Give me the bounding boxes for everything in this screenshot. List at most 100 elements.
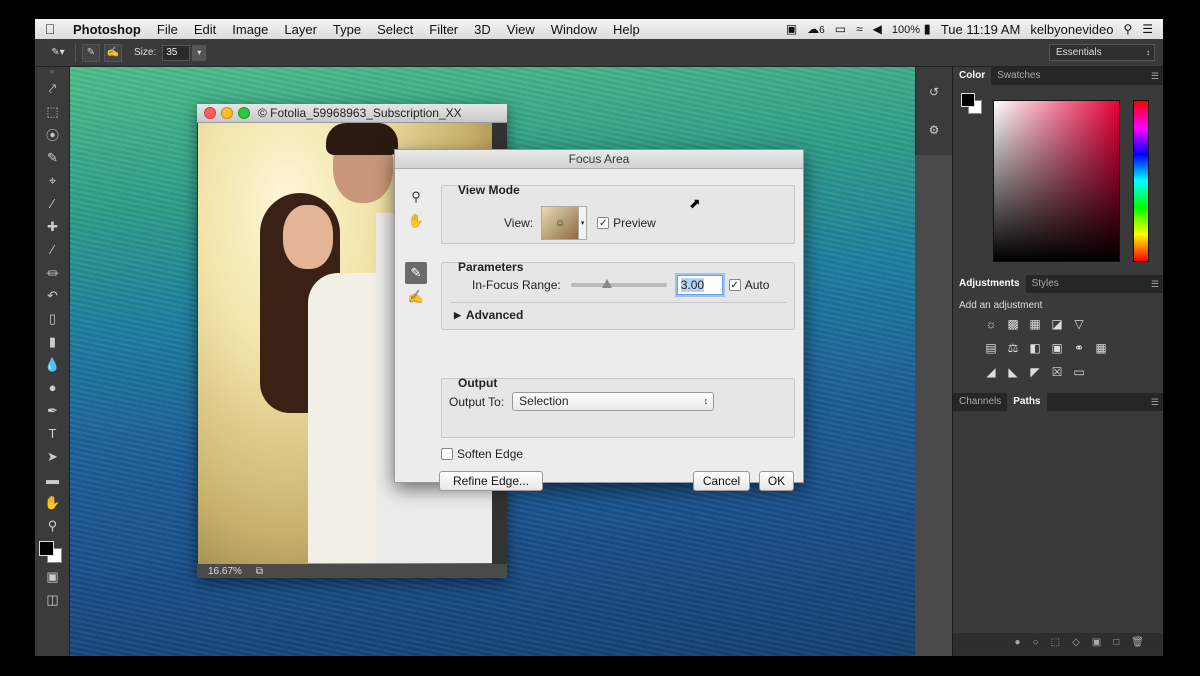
tab-channels[interactable]: Channels xyxy=(953,393,1007,411)
exposure-icon[interactable]: ◪ xyxy=(1049,317,1065,331)
view-mode-dropdown-icon[interactable]: ▾ xyxy=(579,206,588,240)
brush-size-dropdown-icon[interactable]: ▾ xyxy=(192,44,207,61)
panel-menu-icon[interactable]: ☰ xyxy=(1151,279,1163,290)
hue-saturation-icon[interactable]: ▤ xyxy=(983,341,999,355)
zoom-window-icon[interactable] xyxy=(238,107,250,119)
zoom-level[interactable]: 16.67% xyxy=(208,566,242,577)
channel-mixer-icon[interactable]: ⚭ xyxy=(1071,341,1087,355)
color-lookup-icon[interactable]: ▦ xyxy=(1093,341,1109,355)
add-to-selection-icon[interactable]: ✎ xyxy=(82,43,100,62)
menu-layer[interactable]: Layer xyxy=(276,22,325,37)
minimize-window-icon[interactable] xyxy=(221,107,233,119)
ok-button[interactable]: OK xyxy=(759,471,794,491)
invert-icon[interactable]: ◢ xyxy=(983,365,999,379)
collapse-panel-icon[interactable]: » xyxy=(35,67,69,77)
history-panel-icon[interactable]: ↺ xyxy=(919,79,949,105)
panel-menu-icon[interactable]: ☰ xyxy=(1151,397,1163,408)
menu-3d[interactable]: 3D xyxy=(466,22,499,37)
menu-help[interactable]: Help xyxy=(605,22,648,37)
auto-label[interactable]: Auto xyxy=(745,278,770,292)
history-brush-tool-icon[interactable]: ↶ xyxy=(35,284,70,307)
soften-edge-checkbox[interactable] xyxy=(441,448,453,460)
view-mode-thumbnail[interactable]: ☺ xyxy=(541,206,580,240)
in-focus-range-slider-knob[interactable] xyxy=(602,279,613,288)
status-info-icon[interactable]: ⧉ xyxy=(256,566,263,577)
menu-edit[interactable]: Edit xyxy=(186,22,224,37)
tab-adjustments[interactable]: Adjustments xyxy=(953,275,1026,293)
lasso-tool-icon[interactable]: ⦿ xyxy=(35,123,70,146)
black-white-icon[interactable]: ◧ xyxy=(1027,341,1043,355)
battery-status[interactable]: 100% ▮ xyxy=(892,21,931,37)
selective-color-icon[interactable]: ☒ xyxy=(1049,365,1065,379)
workspace-select[interactable]: Essentials ↕ xyxy=(1049,44,1155,61)
eraser-tool-icon[interactable]: ▯ xyxy=(35,307,70,330)
advanced-disclosure[interactable]: ▶ Advanced xyxy=(454,308,523,322)
screen-mode-icon[interactable]: ◫ xyxy=(35,588,70,611)
tab-swatches[interactable]: Swatches xyxy=(991,67,1046,85)
tab-color[interactable]: Color xyxy=(953,67,992,85)
menu-filter[interactable]: Filter xyxy=(421,22,466,37)
in-focus-range-input[interactable]: 3.00 xyxy=(676,275,723,295)
posterize-icon[interactable]: ◣ xyxy=(1005,365,1021,379)
foreground-color-swatch[interactable] xyxy=(961,93,975,107)
advanced-label[interactable]: Advanced xyxy=(466,308,523,322)
add-mask-icon[interactable]: ▣ xyxy=(1092,637,1101,648)
preview-label[interactable]: Preview xyxy=(613,216,656,230)
cloud-icon[interactable]: ☁6 xyxy=(807,22,825,36)
preview-checkbox[interactable]: ✓ xyxy=(597,217,610,229)
tab-styles[interactable]: Styles xyxy=(1026,275,1065,293)
panel-menu-icon[interactable]: ☰ xyxy=(1151,71,1163,82)
document-title-bar[interactable]: © Fotolia_59968963_Subscription_XX xyxy=(197,104,507,123)
notification-center-icon[interactable]: ☰ xyxy=(1142,22,1153,36)
display-icon[interactable]: ▣ xyxy=(786,22,797,36)
subtract-from-selection-icon[interactable]: ✍ xyxy=(104,43,122,62)
hand-tool-icon[interactable]: ✋ xyxy=(405,210,427,232)
brush-tool-icon[interactable]: ∕ xyxy=(35,238,70,261)
zoom-tool-icon[interactable]: ⚲ xyxy=(35,514,70,537)
marquee-tool-icon[interactable]: ⬚ xyxy=(35,100,70,123)
auto-checkbox[interactable]: ✓ xyxy=(728,279,741,291)
menu-view[interactable]: View xyxy=(499,22,543,37)
wifi-icon[interactable]: ≈ xyxy=(856,22,863,36)
quick-selection-tool-icon[interactable]: ✎ xyxy=(35,146,70,169)
properties-panel-icon[interactable]: ⚙ xyxy=(919,117,949,143)
dodge-tool-icon[interactable]: ● xyxy=(35,376,70,399)
quick-selection-tool-icon[interactable]: ✎▾ xyxy=(47,44,69,62)
tab-paths[interactable]: Paths xyxy=(1007,393,1047,411)
quick-mask-icon[interactable]: ▣ xyxy=(35,565,70,588)
delete-path-icon[interactable]: 🗑 xyxy=(1131,637,1144,648)
refine-edge-button[interactable]: Refine Edge... xyxy=(439,471,543,491)
focus-area-subtract-tool-icon[interactable]: ✍ xyxy=(405,286,427,308)
close-window-icon[interactable] xyxy=(204,107,216,119)
photo-filter-icon[interactable]: ▣ xyxy=(1049,341,1065,355)
fill-path-icon[interactable]: ● xyxy=(1015,637,1021,648)
focus-area-add-tool-icon[interactable]: ✎ xyxy=(405,262,427,284)
menu-photoshop[interactable]: Photoshop xyxy=(65,22,149,37)
curves-icon[interactable]: ▦ xyxy=(1027,317,1043,331)
clone-stamp-tool-icon[interactable]: ⏛ xyxy=(35,261,70,284)
new-path-icon[interactable]: □ xyxy=(1113,637,1119,648)
gradient-tool-icon[interactable]: ▮ xyxy=(35,330,70,353)
spotlight-search-icon[interactable]: ⚲ xyxy=(1123,22,1132,36)
menu-select[interactable]: Select xyxy=(369,22,421,37)
brush-size-input[interactable]: 35 xyxy=(162,44,191,61)
eyedropper-tool-icon[interactable]: ⁄ xyxy=(35,192,70,215)
color-saturation-field[interactable] xyxy=(993,100,1120,262)
menu-window[interactable]: Window xyxy=(543,22,605,37)
hue-slider[interactable] xyxy=(1133,100,1149,262)
make-work-path-icon[interactable]: ◇ xyxy=(1072,637,1080,648)
menu-file[interactable]: File xyxy=(149,22,186,37)
type-tool-icon[interactable]: T xyxy=(35,422,70,445)
path-selection-tool-icon[interactable]: ➤ xyxy=(35,445,70,468)
menu-image[interactable]: Image xyxy=(224,22,276,37)
output-to-select[interactable]: Selection ↕ xyxy=(512,392,715,411)
dialog-title[interactable]: Focus Area xyxy=(395,150,803,169)
threshold-icon[interactable]: ◤ xyxy=(1027,365,1043,379)
foreground-color-swatch[interactable] xyxy=(39,541,54,556)
levels-icon[interactable]: ▩ xyxy=(1005,317,1021,331)
vibrance-icon[interactable]: ▽ xyxy=(1071,317,1087,331)
crop-tool-icon[interactable]: ⌖ xyxy=(35,169,70,192)
move-tool-icon[interactable]: ⤤ xyxy=(35,77,70,100)
load-selection-icon[interactable]: ⬚ xyxy=(1051,637,1060,648)
soften-edge-label[interactable]: Soften Edge xyxy=(457,447,523,461)
